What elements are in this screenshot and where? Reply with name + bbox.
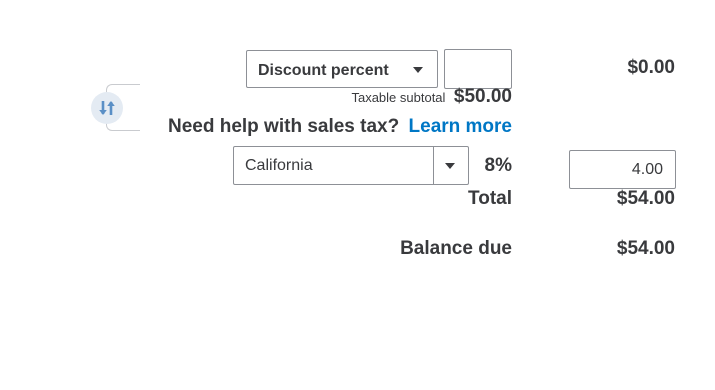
swap-arrows-glyph xyxy=(99,101,115,115)
tax-rate-name: California xyxy=(245,157,313,174)
discount-type-label: Discount percent xyxy=(258,62,389,79)
learn-more-link[interactable]: Learn more xyxy=(409,116,512,137)
swap-arrows-icon[interactable] xyxy=(91,92,123,124)
balance-due-value: $54.00 xyxy=(616,238,675,259)
discount-value-input[interactable] xyxy=(444,49,512,89)
taxable-subtotal-row: Taxable subtotal $50.00 xyxy=(351,86,512,108)
discount-amount: $0.00 xyxy=(627,57,675,78)
sales-tax-help-text: Need help with sales tax? xyxy=(167,116,400,137)
balance-due-label: Balance due xyxy=(400,238,512,259)
invoice-totals-panel: Discount percent $0.00 Taxable subtotal … xyxy=(0,0,715,390)
taxable-subtotal-label: Taxable subtotal xyxy=(351,90,446,105)
taxable-subtotal-value: $50.00 xyxy=(453,86,512,107)
tax-amount-input[interactable] xyxy=(569,150,676,189)
tax-rate-percent: 8% xyxy=(484,155,512,176)
chevron-down-icon xyxy=(413,67,423,73)
tax-rate-dropdown[interactable]: California xyxy=(233,146,469,185)
chevron-down-icon[interactable] xyxy=(445,163,455,169)
total-value: $54.00 xyxy=(616,188,675,209)
dropdown-divider xyxy=(433,147,434,184)
discount-type-dropdown[interactable]: Discount percent xyxy=(246,50,438,88)
total-label: Total xyxy=(468,188,512,209)
sales-tax-help: Need help with sales tax? Learn more xyxy=(168,116,512,138)
